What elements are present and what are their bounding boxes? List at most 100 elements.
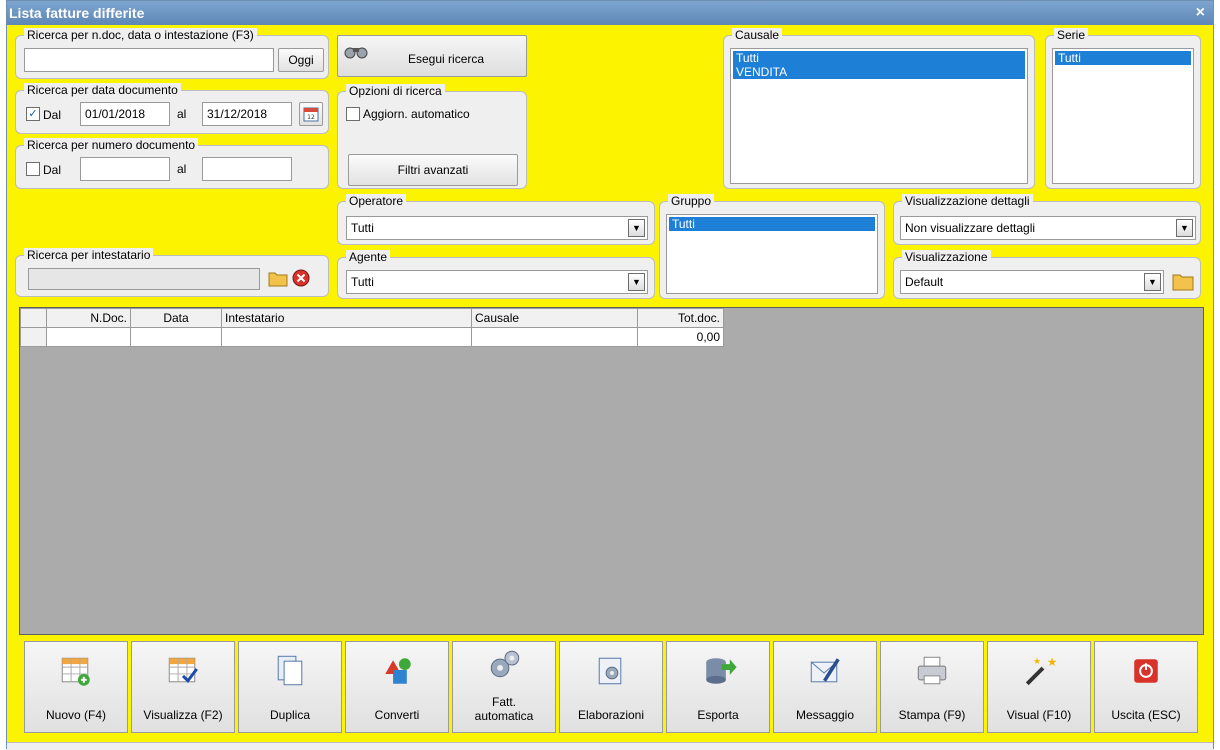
numero-al-label: al <box>177 162 187 176</box>
serie-group: Serie Tutti <box>1045 28 1201 189</box>
uscita-label: Uscita (ESC) <box>1111 708 1181 722</box>
data-al-label: al <box>177 107 187 121</box>
data-dal-input[interactable]: 01/01/2018 <box>80 102 170 126</box>
numero-al-input[interactable] <box>202 157 292 181</box>
elaborazioni-button[interactable]: Elaborazioni <box>559 641 663 733</box>
operatore-value: Tutti <box>351 221 374 235</box>
table-row[interactable]: 0,00 <box>20 327 724 347</box>
envelope-pen-icon <box>810 658 840 683</box>
gears-icon <box>490 650 520 678</box>
duplica-button[interactable]: Duplica <box>238 641 342 733</box>
column-header-totdoc[interactable]: Tot.doc. <box>637 308 724 328</box>
agente-value: Tutti <box>351 275 374 289</box>
column-header-intestatario[interactable]: Intestatario <box>221 308 472 328</box>
ricerca-ndoc-group: Ricerca per n.doc, data o intestazione (… <box>15 28 329 79</box>
agente-title: Agente <box>346 250 391 264</box>
visualizza-button[interactable]: Visualizza (F2) <box>131 641 235 733</box>
dal-numero-checkbox[interactable] <box>26 162 40 176</box>
visualizzazione-title: Visualizzazione <box>902 250 991 264</box>
ricerca-data-group: Ricerca per data documento ✓ Dal 01/01/2… <box>15 83 329 134</box>
esporta-label: Esporta <box>697 708 739 722</box>
messaggio-label: Messaggio <box>795 708 855 722</box>
serie-item-tutti[interactable]: Tutti <box>1055 51 1191 65</box>
cell-causale <box>471 327 638 347</box>
converti-button[interactable]: Converti <box>345 641 449 733</box>
svg-text:★: ★ <box>1047 655 1058 669</box>
oggi-button[interactable]: Oggi <box>278 48 324 72</box>
elaborazioni-label: Elaborazioni <box>577 708 645 722</box>
aggiorn-label: Aggiorn. automatico <box>363 107 470 121</box>
gruppo-title: Gruppo <box>668 194 715 208</box>
intestatario-input[interactable] <box>28 268 260 290</box>
esporta-button[interactable]: Esporta <box>666 641 770 733</box>
chevron-down-icon[interactable]: ▼ <box>628 219 645 237</box>
dal-data-checkbox[interactable]: ✓ <box>26 107 40 121</box>
visualizzazione-select[interactable]: Default ▼ <box>900 270 1164 294</box>
agente-select[interactable]: Tutti ▼ <box>346 270 648 294</box>
svg-text:★: ★ <box>1033 657 1041 667</box>
nuovo-label: Nuovo (F4) <box>45 708 107 722</box>
column-header-indicator[interactable] <box>20 308 47 328</box>
aggiorn-checkbox[interactable] <box>346 107 360 121</box>
new-document-icon <box>61 657 90 686</box>
vis-dettagli-value: Non visualizzare dettagli <box>905 221 1036 235</box>
ricerca-numero-group: Ricerca per numero documento Dal al <box>15 138 329 189</box>
ricerca-ndoc-input[interactable] <box>24 48 274 72</box>
chevron-down-icon[interactable]: ▼ <box>628 273 645 291</box>
uscita-button[interactable]: Uscita (ESC) <box>1094 641 1198 733</box>
fatt-automatica-label: Fatt. automatica <box>453 695 555 723</box>
duplica-label: Duplica <box>269 708 311 722</box>
calendar-icon: 12 <box>303 107 319 122</box>
column-header-causale[interactable]: Causale <box>471 308 638 328</box>
bottom-toolbar: Nuovo (F4) Visualizza (F2) Duplica Conve… <box>19 638 1204 736</box>
vis-dettagli-group: Visualizzazione dettagli Non visualizzar… <box>893 194 1201 245</box>
operatore-select[interactable]: Tutti ▼ <box>346 216 648 240</box>
window-title: Lista fatture differite <box>9 5 145 21</box>
convert-shapes-icon <box>385 658 411 684</box>
causale-title: Causale <box>732 28 783 42</box>
serie-listbox[interactable]: Tutti <box>1052 48 1194 184</box>
folder-icon[interactable] <box>1172 271 1194 291</box>
column-header-ndoc[interactable]: N.Doc. <box>46 308 131 328</box>
filtri-avanzati-button[interactable]: Filtri avanzati <box>348 154 518 186</box>
visualizza-label: Visualizza (F2) <box>143 708 223 722</box>
documents-grid[interactable]: N.Doc. Data Intestatario Causale Tot.doc… <box>19 307 1204 635</box>
stampa-button[interactable]: Stampa (F9) <box>880 641 984 733</box>
operatore-group: Operatore Tutti ▼ <box>337 194 655 245</box>
numero-dal-input[interactable] <box>80 157 170 181</box>
causale-listbox[interactable]: Tutti VENDITA <box>730 48 1028 184</box>
stampa-label: Stampa (F9) <box>898 708 966 722</box>
visual-button[interactable]: ★ ★ Visual (F10) <box>987 641 1091 733</box>
causale-item-tutti[interactable]: Tutti <box>733 51 1025 65</box>
folder-icon[interactable] <box>268 269 288 287</box>
cell-totdoc: 0,00 <box>637 327 724 347</box>
cell-intestatario <box>221 327 472 347</box>
chevron-down-icon[interactable]: ▼ <box>1144 273 1161 291</box>
serie-title: Serie <box>1054 28 1089 42</box>
opzioni-group: Opzioni di ricerca Aggiorn. automatico F… <box>337 84 527 189</box>
fatt-automatica-button[interactable]: Fatt. automatica <box>452 641 556 733</box>
binoculars-icon <box>344 47 368 59</box>
nuovo-button[interactable]: Nuovo (F4) <box>24 641 128 733</box>
process-document-icon <box>598 657 622 685</box>
clear-icon[interactable] <box>292 269 310 287</box>
messaggio-button[interactable]: Messaggio <box>773 641 877 733</box>
visualizzazione-group: Visualizzazione Default ▼ <box>893 250 1201 299</box>
column-header-data[interactable]: Data <box>130 308 222 328</box>
causale-item-vendita[interactable]: VENDITA <box>733 65 1025 79</box>
view-grid-icon <box>168 657 198 684</box>
cell-data <box>130 327 222 347</box>
calendar-button[interactable]: 12 <box>299 102 323 126</box>
esegui-ricerca-button[interactable]: Esegui ricerca <box>337 35 527 77</box>
chevron-down-icon[interactable]: ▼ <box>1176 219 1193 237</box>
close-icon[interactable]: × <box>1196 1 1205 25</box>
gruppo-listbox[interactable]: Tutti <box>666 214 878 294</box>
fatt-automatica-line1: Fatt. <box>491 695 516 709</box>
data-al-input[interactable]: 31/12/2018 <box>202 102 292 126</box>
dal-data-label: Dal <box>43 108 62 122</box>
vis-dettagli-select[interactable]: Non visualizzare dettagli ▼ <box>900 216 1196 240</box>
opzioni-title: Opzioni di ricerca <box>346 84 445 98</box>
printer-icon <box>917 656 947 685</box>
svg-text:12: 12 <box>307 114 315 121</box>
gruppo-item-tutti[interactable]: Tutti <box>669 217 875 231</box>
